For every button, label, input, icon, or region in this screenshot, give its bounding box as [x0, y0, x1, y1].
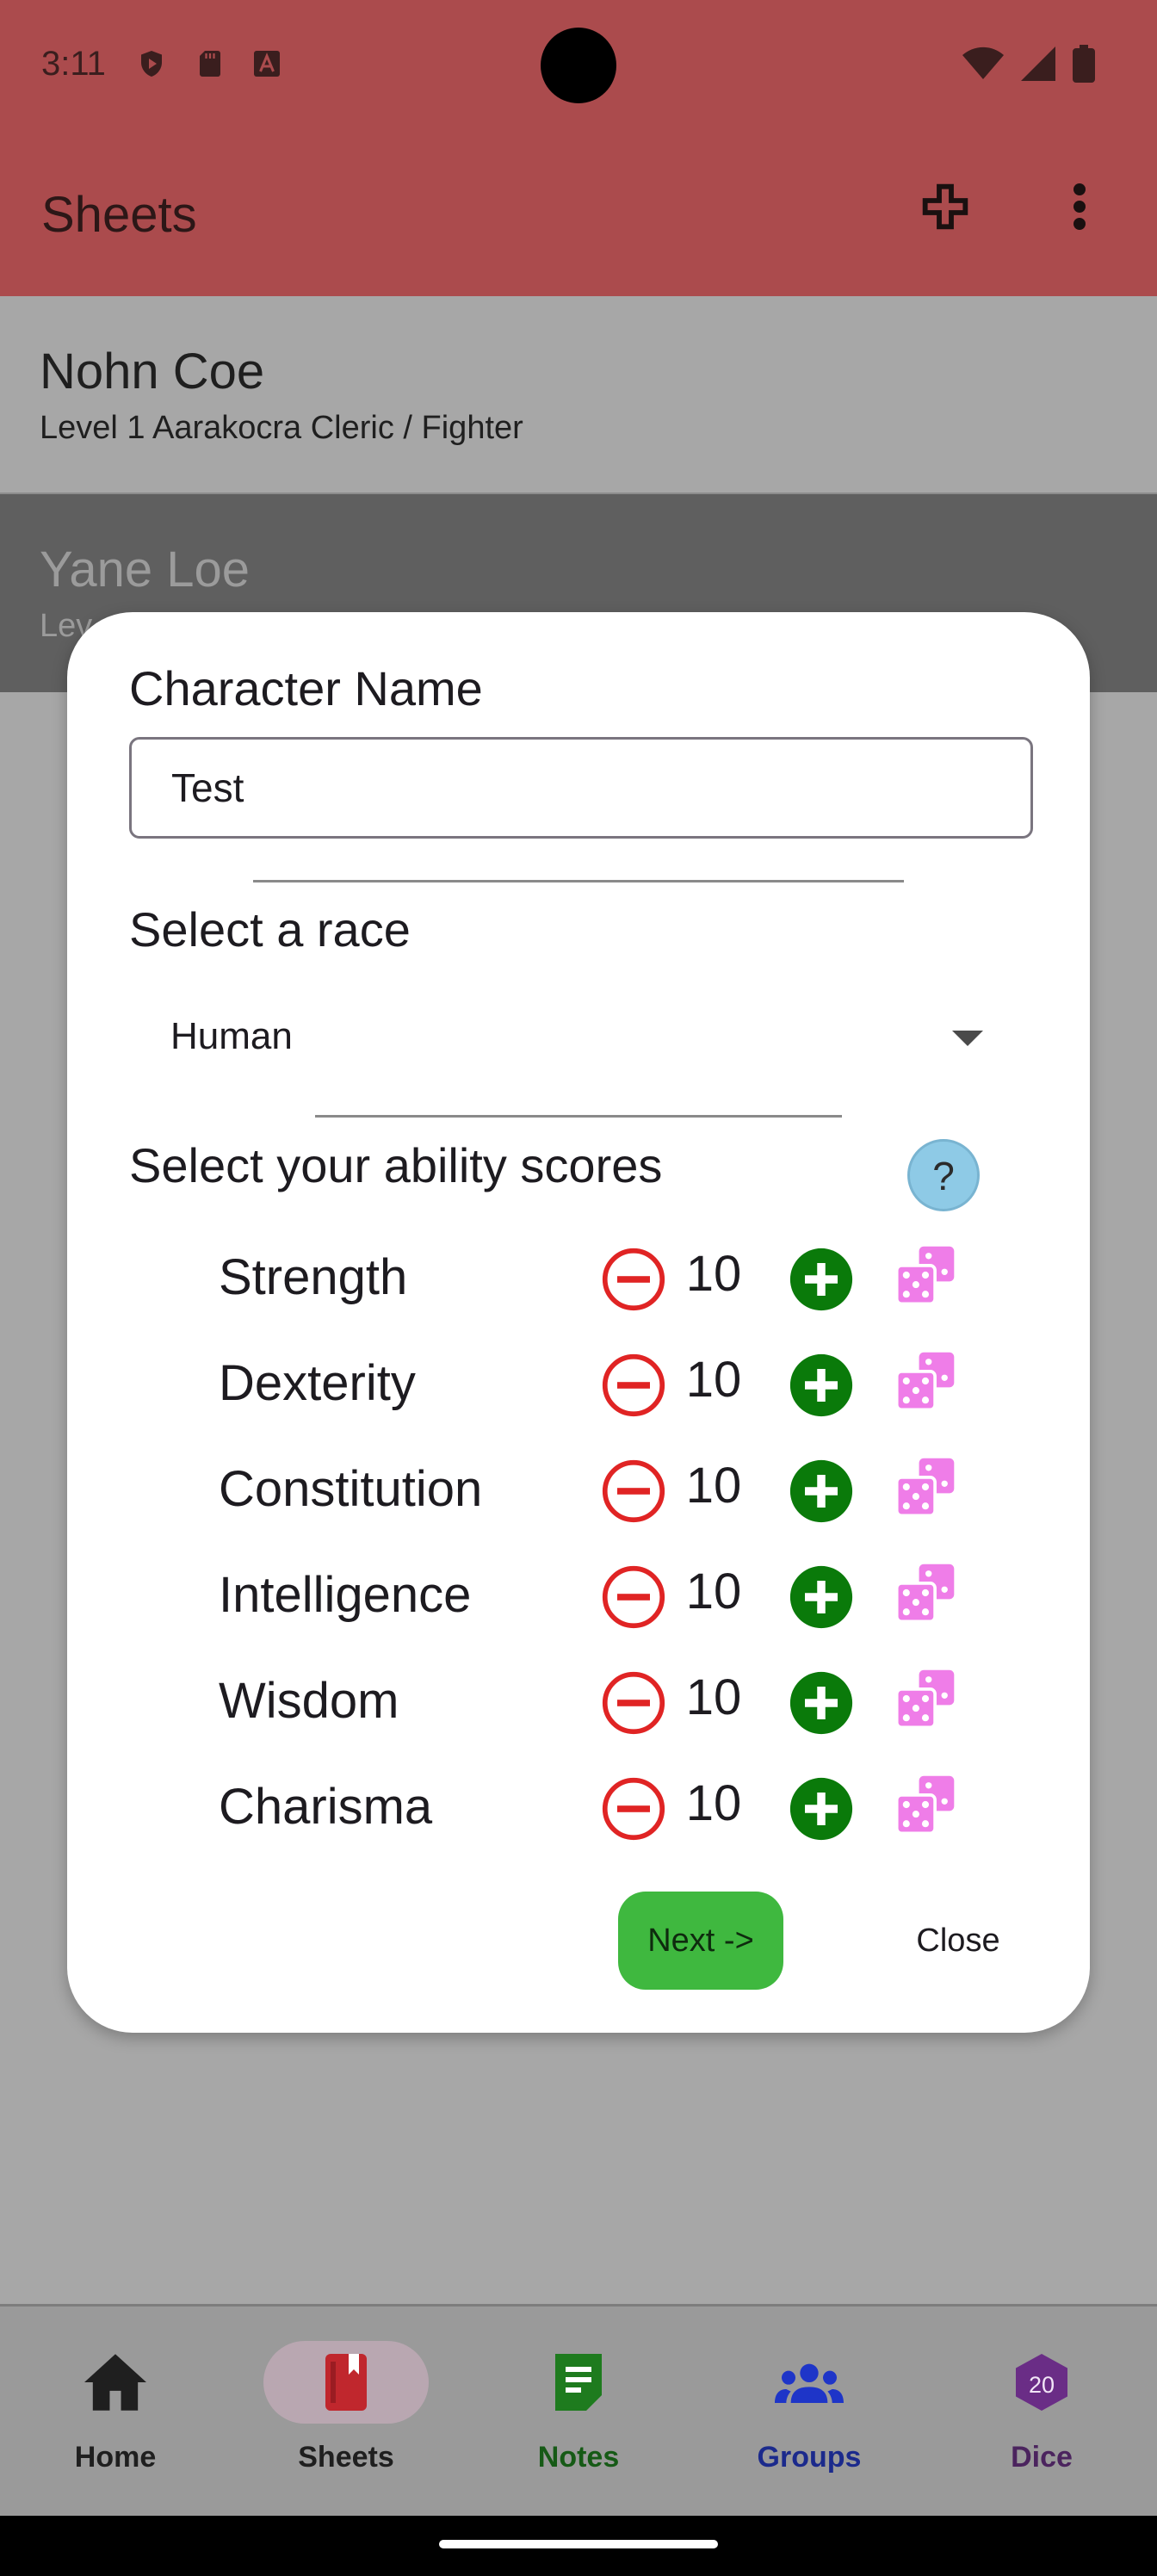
ability-scores-label: Select your ability scores: [129, 1138, 663, 1192]
nav-item-dice[interactable]: 20 Dice: [926, 2307, 1157, 2518]
ability-row-dexterity: Dexterity 10: [67, 1344, 1090, 1439]
roll-dice-icon[interactable]: [894, 1349, 957, 1413]
notes-icon: [555, 2354, 602, 2411]
nav-item-home[interactable]: Home: [0, 2307, 231, 2518]
nav-label: Dice: [1011, 2441, 1073, 2474]
race-selected-value: Human: [170, 1015, 293, 1057]
increase-icon[interactable]: [789, 1247, 854, 1312]
sd-card-icon: [200, 51, 220, 77]
ability-value: 10: [685, 1352, 742, 1408]
battery-icon: [1073, 45, 1095, 83]
status-bar: 3:11: [0, 0, 1157, 131]
help-button[interactable]: ?: [907, 1139, 980, 1211]
nav-item-groups[interactable]: Groups: [694, 2307, 925, 2518]
nav-label: Home: [74, 2441, 157, 2474]
character-name-input[interactable]: [132, 740, 1030, 836]
play-protect-icon: [141, 51, 162, 77]
character-name-field[interactable]: [129, 737, 1033, 839]
decrease-icon[interactable]: [601, 1458, 666, 1524]
nav-label: Sheets: [298, 2441, 394, 2474]
decrease-icon[interactable]: [601, 1776, 666, 1842]
next-button[interactable]: Next ->: [618, 1892, 783, 1990]
close-button[interactable]: Close: [894, 1892, 1023, 1990]
ability-value: 10: [685, 1458, 742, 1514]
ability-name: Charisma: [219, 1779, 433, 1835]
roll-dice-icon[interactable]: [894, 1561, 957, 1625]
ability-row-charisma: Charisma 10: [67, 1768, 1090, 1862]
divider: [315, 1115, 842, 1118]
more-vert-icon[interactable]: [1059, 179, 1100, 234]
roll-dice-icon[interactable]: [894, 1667, 957, 1731]
font-icon: [254, 51, 280, 77]
dropdown-arrow-icon: [952, 1031, 983, 1046]
sheet-name: Yane Loe: [40, 542, 251, 598]
decrease-icon[interactable]: [601, 1353, 666, 1418]
ability-row-wisdom: Wisdom 10: [67, 1662, 1090, 1756]
roll-dice-icon[interactable]: [894, 1455, 957, 1519]
ability-value: 10: [685, 1669, 742, 1725]
increase-icon[interactable]: [789, 1353, 854, 1418]
ability-row-strength: Strength 10: [67, 1238, 1090, 1333]
ability-row-intelligence: Intelligence 10: [67, 1556, 1090, 1650]
increase-icon[interactable]: [789, 1670, 854, 1736]
ability-value: 10: [685, 1246, 742, 1302]
decrease-icon[interactable]: [601, 1670, 666, 1736]
ability-row-constitution: Constitution 10: [67, 1450, 1090, 1545]
increase-icon[interactable]: [789, 1564, 854, 1630]
gesture-bar: [0, 2516, 1157, 2576]
groups-icon: [775, 2363, 844, 2403]
wifi-icon: [962, 46, 1004, 79]
home-icon: [84, 2354, 146, 2411]
ability-value: 10: [685, 1775, 742, 1831]
nav-label: Notes: [537, 2441, 620, 2474]
nav-item-sheets[interactable]: Sheets: [231, 2307, 461, 2518]
decrease-icon[interactable]: [601, 1247, 666, 1312]
d20-icon: 20: [1016, 2354, 1067, 2411]
system-indicators: [962, 45, 1095, 83]
ability-name: Dexterity: [219, 1355, 416, 1411]
sheet-name: Nohn Coe: [40, 344, 265, 399]
roll-dice-icon[interactable]: [894, 1773, 957, 1836]
race-dropdown[interactable]: Human: [129, 991, 1033, 1094]
bottom-navigation: Home Sheets Notes Groups 20 Dice: [0, 2304, 1157, 2516]
signal-icon: [1021, 46, 1055, 81]
ability-value: 10: [685, 1564, 742, 1619]
race-label: Select a race: [129, 902, 411, 957]
roll-dice-icon[interactable]: [894, 1243, 957, 1307]
nav-item-notes[interactable]: Notes: [463, 2307, 694, 2518]
character-name-label: Character Name: [129, 661, 483, 715]
book-icon: [325, 2354, 367, 2411]
divider: [253, 880, 904, 882]
decrease-icon[interactable]: [601, 1564, 666, 1630]
ability-name: Wisdom: [219, 1673, 399, 1729]
gesture-handle[interactable]: [439, 2540, 718, 2548]
add-icon[interactable]: [921, 183, 969, 231]
increase-icon[interactable]: [789, 1458, 854, 1524]
camera-cutout: [541, 28, 616, 103]
increase-icon[interactable]: [789, 1776, 854, 1842]
create-character-dialog: Character Name Select a race Human Selec…: [67, 612, 1090, 2033]
ability-name: Intelligence: [219, 1567, 472, 1623]
sheet-subtitle: Level 1 Aarakocra Cleric / Fighter: [40, 410, 523, 446]
status-time: 3:11: [41, 45, 106, 83]
top-app-bar: Sheets: [0, 131, 1157, 296]
nav-label: Groups: [757, 2441, 862, 2474]
sheet-list-item[interactable]: Nohn Coe Level 1 Aarakocra Cleric / Figh…: [0, 296, 1157, 494]
ability-name: Strength: [219, 1249, 408, 1305]
page-title: Sheets: [41, 187, 197, 243]
ability-name: Constitution: [219, 1461, 483, 1517]
d20-label: 20: [1029, 2372, 1055, 2398]
